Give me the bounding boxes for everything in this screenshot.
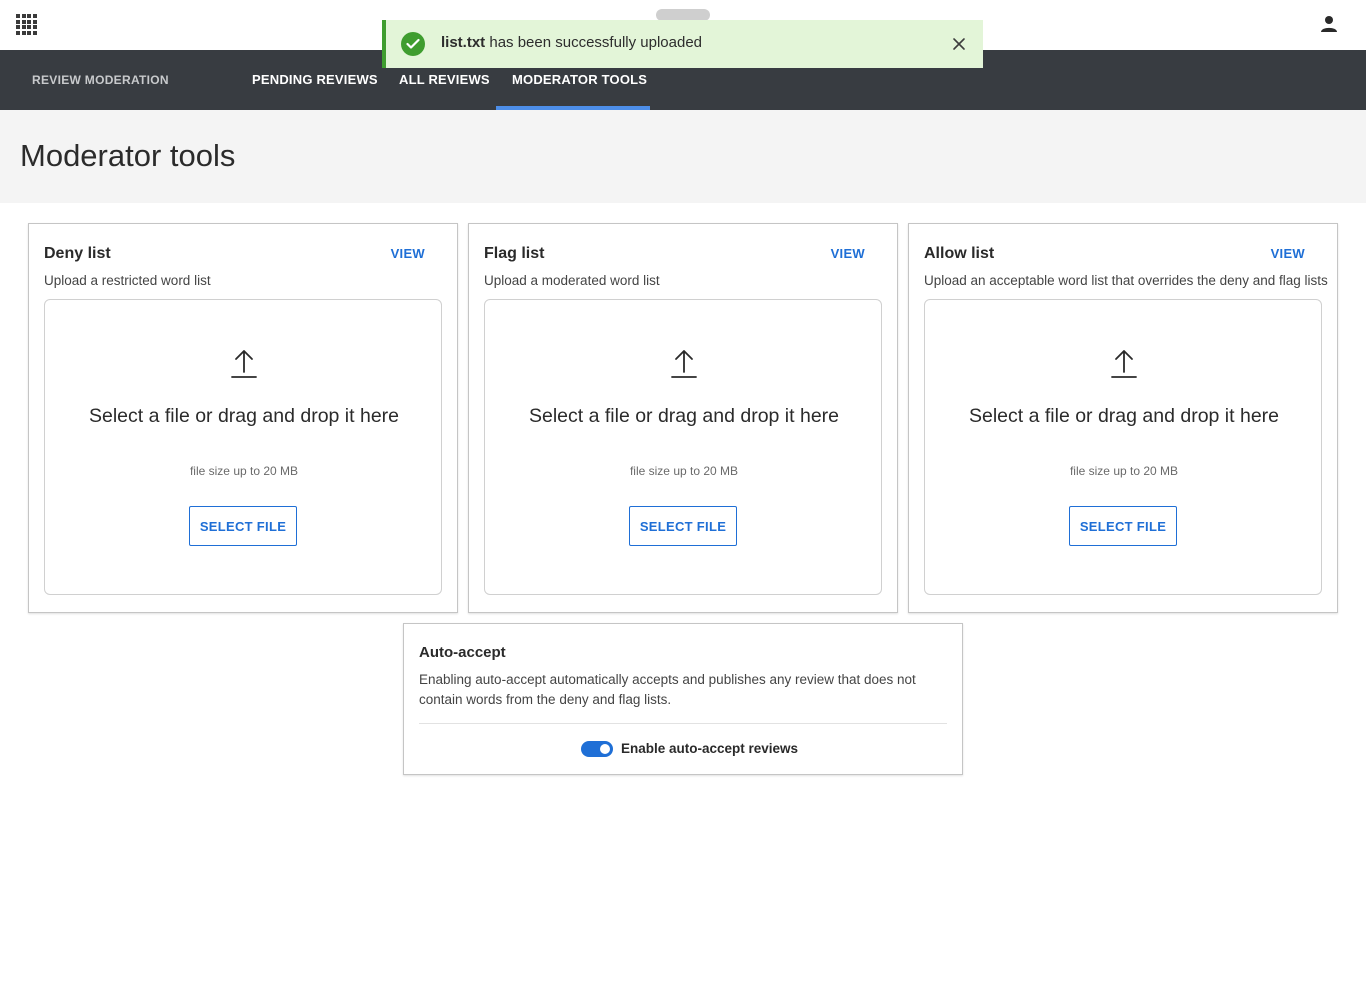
allow-list-card: Allow list VIEW Upload an acceptable wor… <box>908 223 1338 613</box>
tab-pending-reviews[interactable]: PENDING REVIEWS <box>252 72 378 87</box>
auto-accept-title: Auto-accept <box>419 644 506 661</box>
select-file-button[interactable]: SELECT FILE <box>1069 506 1177 546</box>
user-icon[interactable] <box>1320 15 1338 33</box>
divider <box>419 723 947 724</box>
toast-message-text: has been successfully uploaded <box>485 34 702 51</box>
upload-icon <box>671 348 697 380</box>
dropzone-size-hint: file size up to 20 MB <box>1069 464 1179 478</box>
upload-icon <box>1111 348 1137 380</box>
tab-moderator-tools[interactable]: MODERATOR TOOLS <box>512 72 647 87</box>
apps-grid-icon[interactable] <box>16 14 37 35</box>
upload-icon <box>231 348 257 380</box>
auto-accept-card: Auto-accept Enabling auto-accept automat… <box>403 623 963 775</box>
auto-accept-toggle-label[interactable]: Enable auto-accept reviews <box>621 741 798 756</box>
file-dropzone[interactable]: Select a file or drag and drop it here f… <box>924 299 1322 595</box>
dropzone-title: Select a file or drag and drop it here <box>968 405 1280 427</box>
file-dropzone[interactable]: Select a file or drag and drop it here f… <box>44 299 442 595</box>
view-flag-list-link[interactable]: VIEW <box>831 246 865 261</box>
view-deny-list-link[interactable]: VIEW <box>391 246 425 261</box>
check-circle-icon <box>401 32 425 56</box>
success-toast: list.txt has been successfully uploaded <box>382 20 983 68</box>
toast-filename: list.txt <box>441 34 486 51</box>
dropzone-title: Select a file or drag and drop it here <box>528 405 840 427</box>
nav-brand: REVIEW MODERATION <box>32 73 169 87</box>
select-file-button[interactable]: SELECT FILE <box>629 506 737 546</box>
card-title: Deny list <box>44 245 111 262</box>
card-subtitle: Upload an acceptable word list that over… <box>924 273 1328 288</box>
page-title: Moderator tools <box>20 138 236 173</box>
dropzone-size-hint: file size up to 20 MB <box>629 464 739 478</box>
auto-accept-description: Enabling auto-accept automatically accep… <box>419 672 916 707</box>
page-header: Moderator tools <box>0 110 1366 203</box>
tab-all-reviews[interactable]: ALL REVIEWS <box>399 72 490 87</box>
deny-list-card: Deny list VIEW Upload a restricted word … <box>28 223 458 613</box>
toggle-knob <box>600 744 610 754</box>
dropzone-size-hint: file size up to 20 MB <box>189 464 299 478</box>
card-title: Allow list <box>924 245 995 262</box>
select-file-button[interactable]: SELECT FILE <box>189 506 297 546</box>
dropzone-title: Select a file or drag and drop it here <box>88 405 400 427</box>
view-allow-list-link[interactable]: VIEW <box>1271 246 1305 261</box>
close-icon[interactable] <box>949 34 969 54</box>
card-title: Flag list <box>484 245 545 262</box>
card-subtitle: Upload a moderated word list <box>484 273 660 288</box>
file-dropzone[interactable]: Select a file or drag and drop it here f… <box>484 299 882 595</box>
card-subtitle: Upload a restricted word list <box>44 273 211 288</box>
auto-accept-toggle[interactable] <box>581 741 613 757</box>
flag-list-card: Flag list VIEW Upload a moderated word l… <box>468 223 898 613</box>
toast-message: list.txt has been successfully uploaded <box>441 34 702 51</box>
